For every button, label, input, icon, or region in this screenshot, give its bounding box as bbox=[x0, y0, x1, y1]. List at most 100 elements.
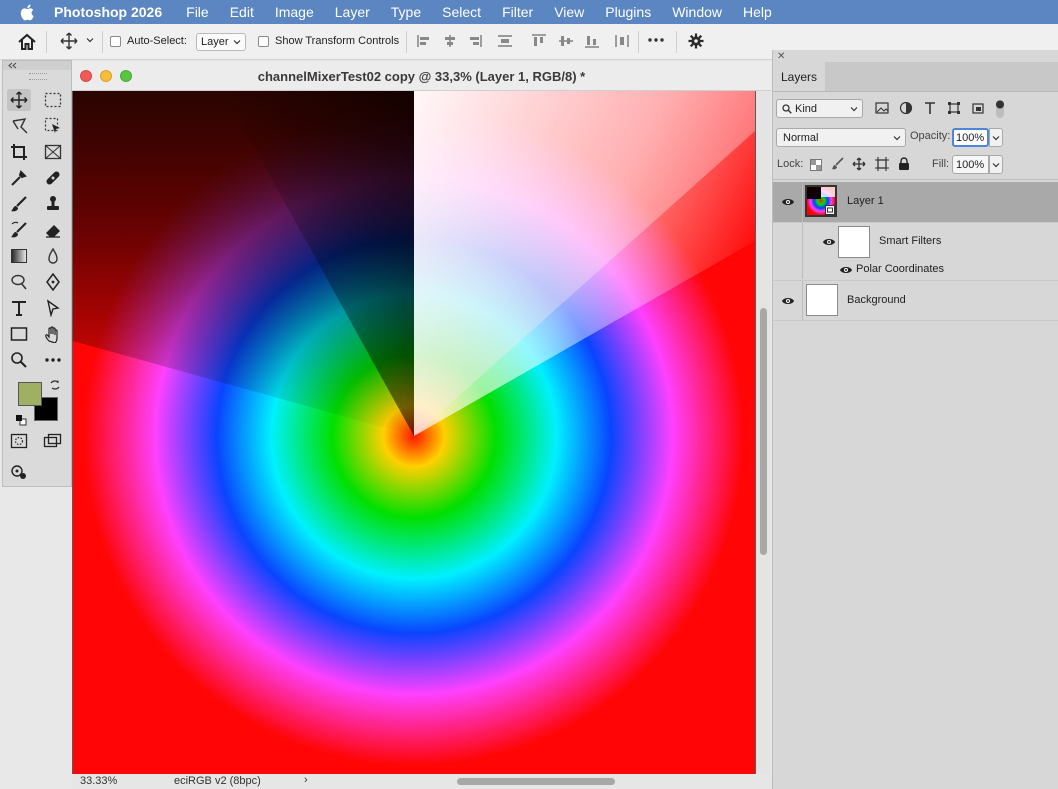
opacity-input[interactable]: 100% bbox=[952, 128, 989, 147]
marquee-tool-icon[interactable] bbox=[41, 89, 65, 111]
layer-row-layer-1[interactable]: Layer 1 bbox=[773, 182, 1058, 222]
type-tool-icon[interactable] bbox=[7, 297, 31, 319]
blend-mode-dropdown[interactable]: Normal bbox=[776, 128, 906, 147]
blur-tool-icon[interactable] bbox=[41, 245, 65, 267]
frame-tool-icon[interactable] bbox=[41, 141, 65, 163]
vertical-scrollbar[interactable] bbox=[756, 91, 771, 774]
healing-brush-tool-icon[interactable] bbox=[41, 167, 65, 189]
move-tool-preset-icon[interactable] bbox=[60, 32, 78, 50]
layer-name[interactable]: Background bbox=[847, 294, 906, 306]
tools-panel bbox=[2, 60, 72, 487]
align-right-icon[interactable] bbox=[467, 34, 483, 48]
gradient-tool-icon[interactable] bbox=[7, 245, 31, 267]
layer-row-smart-filters[interactable]: Smart Filters Polar Coordinates bbox=[773, 222, 1058, 279]
lock-position-icon[interactable] bbox=[852, 157, 866, 176]
lock-artboard-icon[interactable] bbox=[875, 157, 889, 176]
menu-edit[interactable]: Edit bbox=[230, 4, 254, 20]
layer-row-background[interactable]: Background bbox=[773, 280, 1058, 321]
filter-type-icon[interactable] bbox=[923, 101, 937, 120]
edit-toolbar-icon[interactable] bbox=[7, 461, 31, 483]
align-bottom-icon[interactable] bbox=[584, 34, 600, 48]
visibility-eye-icon[interactable] bbox=[779, 195, 797, 209]
align-top-icon[interactable] bbox=[531, 34, 547, 48]
chevron-down-icon bbox=[893, 136, 901, 141]
zoom-tool-icon[interactable] bbox=[7, 349, 31, 371]
eyedropper-tool-icon[interactable] bbox=[7, 167, 31, 189]
filter-shape-icon[interactable] bbox=[947, 101, 961, 120]
align-middle-icon[interactable] bbox=[558, 34, 574, 48]
horizontal-scroll-thumb[interactable] bbox=[457, 778, 615, 785]
lasso-tool-icon[interactable] bbox=[7, 115, 31, 137]
rectangle-tool-icon[interactable] bbox=[7, 323, 31, 345]
opacity-label: Opacity: bbox=[910, 130, 951, 142]
layer-filter-dropdown[interactable]: Kind bbox=[776, 99, 863, 118]
auto-select-dropdown[interactable]: Layer bbox=[196, 33, 246, 51]
dodge-tool-icon[interactable] bbox=[7, 271, 31, 293]
default-colors-icon[interactable] bbox=[15, 413, 27, 431]
swap-colors-icon[interactable] bbox=[49, 378, 61, 396]
lock-pixels-icon[interactable] bbox=[831, 157, 845, 176]
menu-select[interactable]: Select bbox=[442, 4, 481, 20]
pen-tool-icon[interactable] bbox=[41, 271, 65, 293]
align-center-icon[interactable] bbox=[442, 34, 458, 48]
fill-input[interactable]: 100% bbox=[952, 155, 989, 174]
quick-mask-icon[interactable] bbox=[7, 430, 31, 452]
hand-tool-icon[interactable] bbox=[41, 323, 65, 345]
menu-plugins[interactable]: Plugins bbox=[605, 4, 651, 20]
opacity-slider-button[interactable] bbox=[989, 128, 1003, 147]
more-options-icon[interactable] bbox=[648, 38, 664, 42]
tab-layers[interactable]: Layers bbox=[773, 62, 825, 91]
filter-smart-object-icon[interactable] bbox=[971, 101, 985, 120]
distribute-vertical-icon[interactable] bbox=[614, 34, 630, 48]
transform-controls-checkbox[interactable] bbox=[258, 36, 269, 47]
zoom-level[interactable]: 33.33% bbox=[80, 775, 117, 787]
foreground-color-swatch[interactable] bbox=[18, 382, 42, 406]
apple-icon[interactable] bbox=[20, 3, 38, 21]
menu-help[interactable]: Help bbox=[743, 4, 772, 20]
menu-app-name[interactable]: Photoshop 2026 bbox=[54, 4, 162, 20]
clone-stamp-tool-icon[interactable] bbox=[41, 193, 65, 215]
menu-window[interactable]: Window bbox=[672, 4, 722, 20]
smart-filter-mask-thumbnail[interactable] bbox=[838, 226, 870, 258]
layer-name[interactable]: Layer 1 bbox=[847, 195, 884, 207]
gear-icon[interactable] bbox=[688, 33, 704, 49]
align-left-icon[interactable] bbox=[416, 34, 432, 48]
auto-select-checkbox[interactable] bbox=[110, 36, 121, 47]
menu-image[interactable]: Image bbox=[275, 4, 314, 20]
more-tools-icon[interactable] bbox=[41, 349, 65, 371]
menu-filter[interactable]: Filter bbox=[502, 4, 533, 20]
lock-transparent-icon[interactable] bbox=[810, 158, 822, 176]
visibility-eye-icon[interactable] bbox=[779, 294, 797, 308]
home-icon[interactable] bbox=[17, 33, 37, 51]
menu-file[interactable]: File bbox=[186, 4, 209, 20]
fill-slider-button[interactable] bbox=[989, 155, 1003, 174]
path-selection-tool-icon[interactable] bbox=[41, 297, 65, 319]
filter-toggle-switch[interactable] bbox=[995, 99, 1005, 124]
lock-all-icon[interactable] bbox=[898, 157, 910, 176]
eraser-tool-icon[interactable] bbox=[41, 219, 65, 241]
document-canvas[interactable] bbox=[73, 91, 755, 774]
visibility-eye-icon[interactable] bbox=[837, 263, 855, 277]
visibility-eye-icon[interactable] bbox=[820, 235, 838, 249]
menu-view[interactable]: View bbox=[554, 4, 584, 20]
history-brush-tool-icon[interactable] bbox=[7, 219, 31, 241]
collapse-icon[interactable] bbox=[7, 62, 17, 69]
filter-adjustment-icon[interactable] bbox=[899, 101, 913, 120]
chevron-down-icon[interactable] bbox=[86, 36, 94, 44]
filter-image-icon[interactable] bbox=[875, 101, 889, 120]
distribute-icon[interactable] bbox=[497, 34, 513, 48]
close-panel-icon[interactable]: ✕ bbox=[777, 51, 785, 62]
smart-filters-label[interactable]: Smart Filters bbox=[879, 235, 941, 247]
menu-type[interactable]: Type bbox=[391, 4, 421, 20]
move-tool-icon[interactable] bbox=[7, 89, 31, 111]
crop-tool-icon[interactable] bbox=[7, 141, 31, 163]
object-selection-tool-icon[interactable] bbox=[41, 115, 65, 137]
status-menu-arrow[interactable]: › bbox=[304, 774, 308, 786]
brush-tool-icon[interactable] bbox=[7, 193, 31, 215]
menu-layer[interactable]: Layer bbox=[335, 4, 370, 20]
screen-mode-icon[interactable] bbox=[41, 430, 65, 452]
filter-name[interactable]: Polar Coordinates bbox=[856, 263, 944, 275]
toolbox-header bbox=[3, 61, 71, 70]
toolbox-grip[interactable] bbox=[29, 73, 47, 80]
vertical-scroll-thumb[interactable] bbox=[760, 308, 767, 555]
